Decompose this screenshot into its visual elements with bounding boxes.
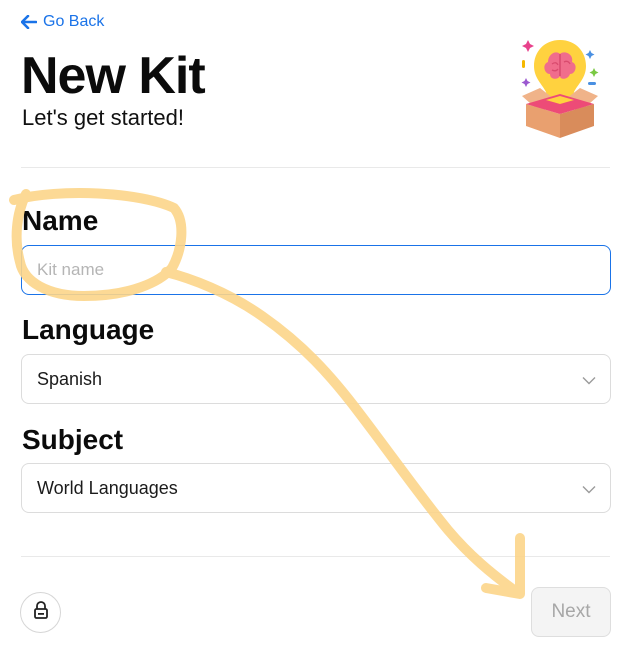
chevron-down-icon (582, 478, 596, 499)
language-label: Language (22, 314, 155, 345)
next-button[interactable]: Next (531, 587, 611, 637)
header-divider (21, 167, 610, 168)
kit-name-input[interactable] (21, 245, 611, 295)
page-title: New Kit (21, 47, 206, 105)
subject-select-value: World Languages (37, 477, 178, 498)
subject-select[interactable]: World Languages (21, 463, 611, 513)
lock-button[interactable] (20, 592, 61, 633)
name-label: Name (22, 205, 99, 236)
page-subtitle: Let's get started! (22, 105, 184, 130)
subject-label: Subject (22, 424, 124, 455)
sparkle-decoration (522, 40, 534, 52)
chevron-down-icon (582, 369, 596, 390)
go-back-link[interactable]: Go Back (21, 13, 104, 31)
arrow-left-icon (21, 15, 37, 29)
new-kit-page: Go Back New Kit Let's get started! Name … (0, 0, 629, 654)
brain-lightbulb-box-illustration (518, 36, 602, 140)
language-select[interactable]: Spanish (21, 354, 611, 404)
footer-divider (21, 556, 610, 557)
language-select-value: Spanish (37, 368, 103, 389)
go-back-label: Go Back (43, 13, 105, 30)
lock-icon (33, 601, 49, 624)
